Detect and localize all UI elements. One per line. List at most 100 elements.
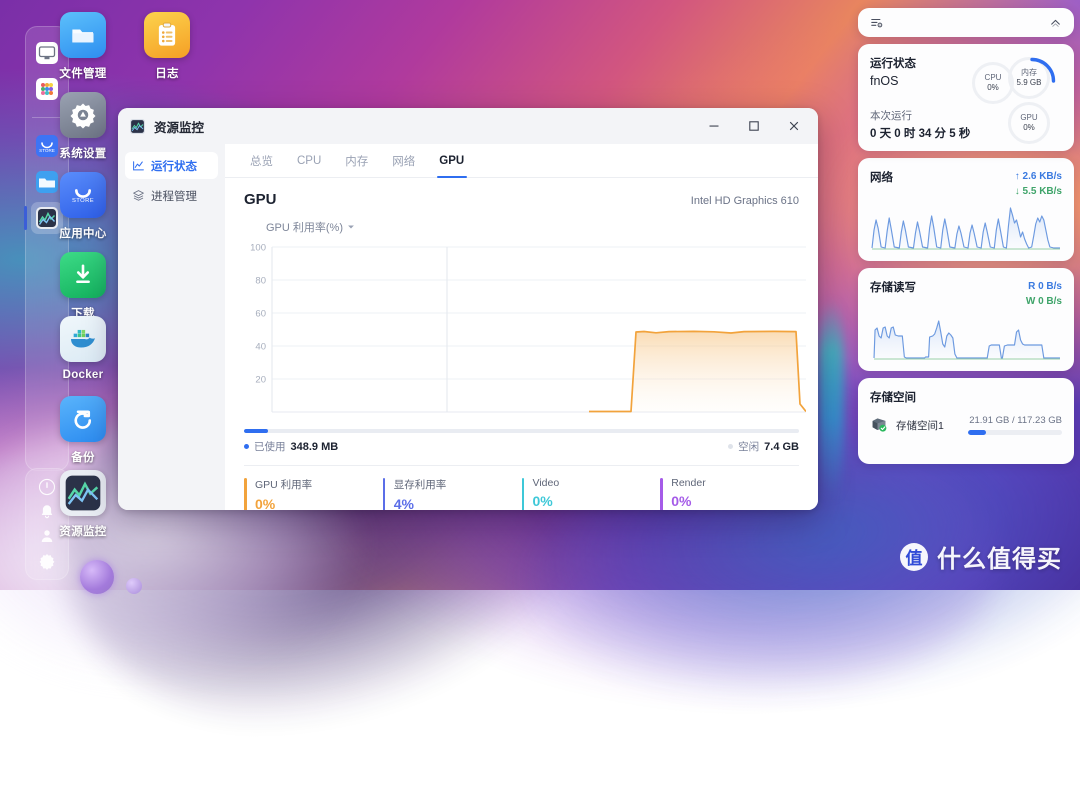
tab-gpu[interactable]: GPU xyxy=(427,144,476,177)
page-title: GPU xyxy=(244,191,277,208)
download-icon xyxy=(60,252,106,298)
svg-text:80: 80 xyxy=(255,276,266,287)
tab-cpu[interactable]: CPU xyxy=(285,144,333,177)
desktop-icon-log[interactable]: 日志 xyxy=(125,12,209,81)
window-close-button[interactable] xyxy=(774,111,814,141)
desktop-icon-label: 系统设置 xyxy=(59,148,107,160)
storage-bar-track xyxy=(968,430,1062,435)
resource-monitor-icon xyxy=(129,118,146,134)
desktop-icon-app-store[interactable]: STORE 应用中心 xyxy=(41,172,125,241)
storage-title: 存储空间 xyxy=(870,392,916,404)
tab-memory[interactable]: 内存 xyxy=(333,144,380,177)
disk-read-rate: R 0 B/s xyxy=(1028,281,1062,292)
chart-line-icon xyxy=(133,161,144,171)
desktop-icon-label: 文件管理 xyxy=(59,68,107,80)
memory-bar-legend: 已使用 348.9 MB 空闲 7.4 GB xyxy=(244,439,799,454)
gauge-gpu[interactable]: GPU 0% xyxy=(1008,102,1050,144)
list-settings-icon[interactable] xyxy=(870,16,884,30)
tab-overview[interactable]: 总览 xyxy=(238,144,285,177)
desktop-icon-download[interactable]: 下载 xyxy=(41,252,125,321)
stat-value: 0% xyxy=(671,493,692,509)
gauge-cpu-label: CPU xyxy=(984,73,1002,82)
gear-icon[interactable] xyxy=(38,552,56,570)
desktop-icon-docker[interactable]: Docker xyxy=(41,316,125,381)
memory-bar-track xyxy=(244,429,799,433)
window-content: 总览 CPU 内存 网络 GPU GPU Intel HD Graphics 6… xyxy=(225,144,818,510)
window-sidebar[interactable]: 运行状态 进程管理 xyxy=(118,144,225,510)
metric-selector-dropdown[interactable]: GPU 利用率(%) xyxy=(266,219,355,235)
chart-area-fill xyxy=(589,331,806,412)
legend-dot-used-icon xyxy=(244,444,249,449)
tab-network[interactable]: 网络 xyxy=(380,144,427,177)
desktop-icon-system-settings[interactable]: 系统设置 xyxy=(41,92,125,161)
docker-whale-icon xyxy=(60,316,106,362)
network-upload-rate: ↑ 2.6 KB/s xyxy=(1014,171,1062,182)
gauge-memory[interactable]: 内存 5.9 GB xyxy=(1008,57,1056,99)
tab-bar[interactable]: 总览 CPU 内存 网络 GPU xyxy=(225,144,818,178)
window-minimize-button[interactable] xyxy=(694,111,734,141)
desktop-icon-label: 资源监控 xyxy=(59,526,107,538)
svg-text:STORE: STORE xyxy=(72,198,94,204)
chevron-down-icon xyxy=(348,225,354,229)
network-card: 网络 ↑ 2.6 KB/s ↓ 5.5 KB/s xyxy=(858,158,1074,261)
folder-icon xyxy=(60,12,106,58)
gear-icon xyxy=(60,92,106,138)
storage-capacity-block: 21.91 GB / 117.23 GB xyxy=(968,415,1062,435)
desktop-icon-resource-monitor[interactable]: 资源监控 xyxy=(41,470,125,539)
stat-label: GPU 利用率 xyxy=(255,479,313,491)
window-body: 运行状态 进程管理 总览 CPU 内存 网络 GPU GPU Intel HD … xyxy=(118,144,818,510)
panel-header: GPU Intel HD Graphics 610 xyxy=(244,191,799,208)
running-status-card: 运行状态 fnOS 本次运行 0 天 0 时 34 分 5 秒 CPU 0% 内… xyxy=(858,44,1074,151)
stat-gpu-utilization: GPU 利用率 0% xyxy=(244,477,383,510)
memory-bar-fill xyxy=(244,429,269,433)
gpu-device-name: Intel HD Graphics 610 xyxy=(690,195,799,207)
resource-monitor-window[interactable]: 资源监控 运行状态 进程管理 总览 CPU 内存 网络 GPU GPU Inte… xyxy=(118,108,818,510)
chart-svg: 100 80 60 40 20 xyxy=(250,243,806,413)
minimize-icon xyxy=(709,125,719,127)
store-icon: STORE xyxy=(60,172,106,218)
gauge-gpu-value: 0% xyxy=(1023,123,1035,132)
sidebar-item-running-status[interactable]: 运行状态 xyxy=(125,152,218,179)
stat-render: Render 0% xyxy=(660,477,799,510)
stat-value: 0% xyxy=(532,493,553,509)
svg-text:100: 100 xyxy=(250,243,266,254)
stat-vram-utilization: 显存利用率 4% xyxy=(382,477,522,510)
widget-toolbar[interactable] xyxy=(858,8,1074,37)
memory-free-label: 空闲 xyxy=(738,441,760,453)
clipboard-icon xyxy=(144,12,190,58)
disk-io-sparkline-svg xyxy=(873,320,1060,360)
stat-label: 显存利用率 xyxy=(393,479,447,491)
uptime-value: 0 天 0 时 34 分 5 秒 xyxy=(870,128,971,140)
uptime-label: 本次运行 xyxy=(870,110,912,122)
legend-dot-free-icon xyxy=(728,444,734,449)
disk-write-rate: W 0 B/s xyxy=(1025,296,1062,307)
window-maximize-button[interactable] xyxy=(734,111,774,141)
stat-video: Video 0% xyxy=(521,477,661,510)
storage-card: 存储空间 存储空间1 21.91 GB / 117.23 GB xyxy=(858,378,1074,464)
desktop-icon-file-manager[interactable]: 文件管理 xyxy=(41,12,125,81)
sidebar-item-label: 运行状态 xyxy=(151,160,197,173)
network-sparkline xyxy=(870,206,1062,250)
window-titlebar[interactable]: 资源监控 xyxy=(118,108,818,144)
wallpaper-bubble xyxy=(80,560,114,594)
storage-volume-row[interactable]: 存储空间1 21.91 GB / 117.23 GB xyxy=(870,415,1062,435)
stat-label: Render xyxy=(671,477,706,489)
gauge-memory-arc xyxy=(1030,57,1056,83)
svg-text:20: 20 xyxy=(255,375,266,386)
sidebar-item-label: 进程管理 xyxy=(151,190,197,203)
chevron-up-icon[interactable] xyxy=(1049,16,1062,29)
desktop-icon-backup[interactable]: 备份 xyxy=(41,396,125,465)
storage-volume-name: 存储空间1 xyxy=(896,419,944,432)
gpu-utilization-chart: 100 80 60 40 20 xyxy=(244,239,806,425)
memory-used-label: 已使用 xyxy=(254,441,286,453)
disk-io-title: 存储读写 xyxy=(870,282,916,294)
network-rates: ↑ 2.6 KB/s ↓ 5.5 KB/s xyxy=(1015,169,1062,199)
metric-selector-label: GPU 利用率(%) xyxy=(266,222,343,234)
disk-io-rates: R 0 B/s W 0 B/s xyxy=(1026,279,1062,309)
desktop-icon-label: 应用中心 xyxy=(59,228,107,240)
sidebar-item-process-manager[interactable]: 进程管理 xyxy=(125,182,218,209)
gpu-memory-bar: 已使用 348.9 MB 空闲 7.4 GB xyxy=(244,429,799,454)
gauge-gpu-label: GPU xyxy=(1020,113,1038,122)
disk-icon xyxy=(872,418,887,432)
stat-value: 4% xyxy=(393,496,414,510)
